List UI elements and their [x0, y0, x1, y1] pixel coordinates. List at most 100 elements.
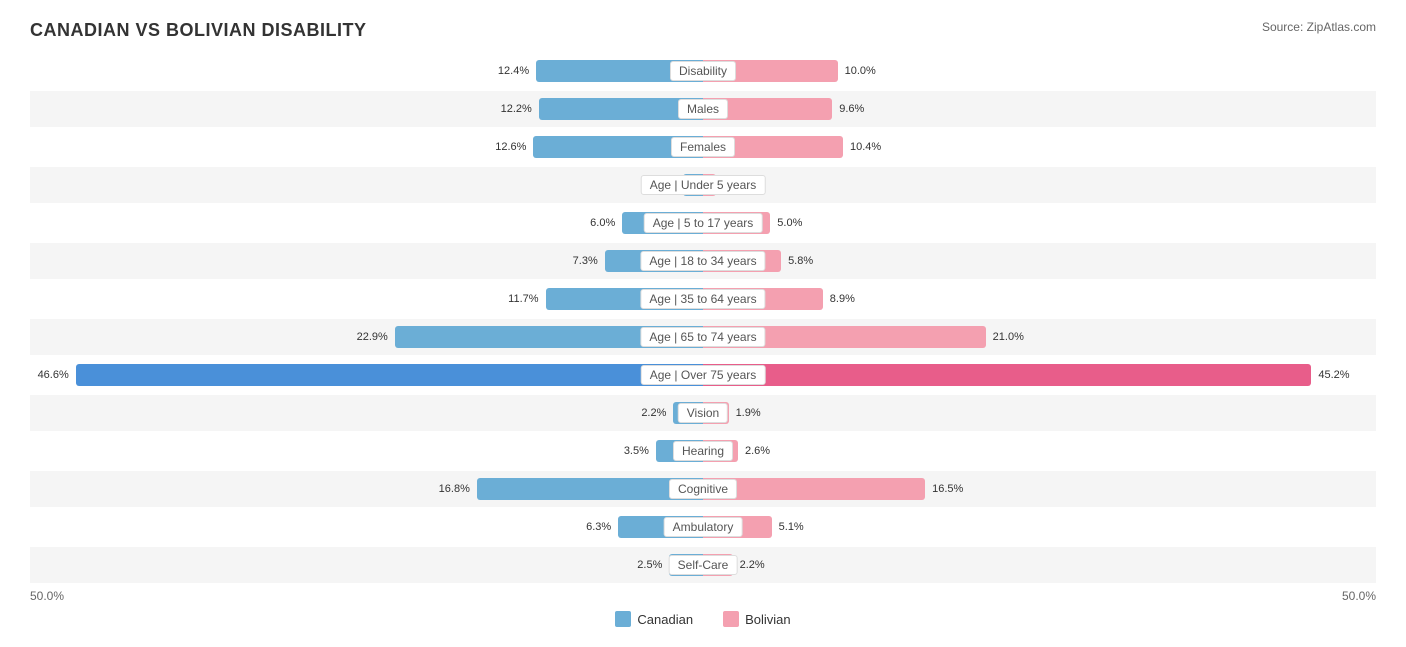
bar-row: 46.6%45.2%Age | Over 75 years [30, 357, 1376, 393]
center-label: Ambulatory [664, 517, 743, 537]
left-section: 12.2% [30, 91, 703, 127]
value-right: 5.0% [774, 217, 802, 229]
bar-container: 2.2% 1.9% Vision [30, 395, 1376, 431]
bar-container: 7.3%5.8%Age | 18 to 34 years [30, 243, 1376, 279]
bar-row: 6.0%5.0%Age | 5 to 17 years [30, 205, 1376, 241]
bar-container: 46.6%45.2%Age | Over 75 years [30, 357, 1376, 393]
value-left: 12.4% [498, 65, 532, 77]
bar-container: 12.2% 9.6% Males [30, 91, 1376, 127]
bar-container: 2.5% 2.2%Self-Care [30, 547, 1376, 583]
right-section: 8.9% [703, 281, 1376, 317]
bar-row: 16.8% 16.5%Cognitive [30, 471, 1376, 507]
left-section: 11.7% [30, 281, 703, 317]
value-left: 46.6% [38, 369, 72, 381]
bar-row: 2.2% 1.9% Vision [30, 395, 1376, 431]
axis-right: 50.0% [1342, 589, 1376, 603]
value-left: 3.5% [624, 445, 652, 457]
right-section: 16.5% [703, 471, 1376, 507]
center-label: Males [678, 99, 728, 119]
value-right: 10.4% [847, 141, 881, 153]
legend-canadian: Canadian [615, 611, 693, 627]
center-label: Age | 35 to 64 years [640, 289, 765, 309]
bar-row: 6.3% 5.1% Ambulatory [30, 509, 1376, 545]
left-section: 2.2% [30, 395, 703, 431]
center-label: Age | 65 to 74 years [640, 327, 765, 347]
left-section: 12.4% [30, 53, 703, 89]
bar-container: 11.7% 8.9%Age | 35 to 64 years [30, 281, 1376, 317]
right-section: 9.6% [703, 91, 1376, 127]
bar-container: 6.3% 5.1% Ambulatory [30, 509, 1376, 545]
value-right: 45.2% [1315, 369, 1349, 381]
value-right: 10.0% [842, 65, 876, 77]
right-section: 5.0% [703, 205, 1376, 241]
bar-row: 1.5%1.0%Age | Under 5 years [30, 167, 1376, 203]
right-section: 45.2% [703, 357, 1376, 393]
value-right: 2.2% [737, 559, 765, 571]
right-section: 10.4% [703, 129, 1376, 165]
value-right: 5.1% [776, 521, 804, 533]
bar-container: 3.5%2.6%Hearing [30, 433, 1376, 469]
axis-left: 50.0% [30, 589, 64, 603]
left-section: 1.5% [30, 167, 703, 203]
bar-container: 1.5%1.0%Age | Under 5 years [30, 167, 1376, 203]
value-left: 16.8% [439, 483, 473, 495]
value-left: 11.7% [508, 293, 541, 305]
center-label: Females [671, 137, 735, 157]
bar-row: 3.5%2.6%Hearing [30, 433, 1376, 469]
right-section: 1.9% [703, 395, 1376, 431]
value-left: 12.6% [495, 141, 529, 153]
bar-container: 6.0%5.0%Age | 5 to 17 years [30, 205, 1376, 241]
center-label: Cognitive [669, 479, 737, 499]
left-section: 46.6% [30, 357, 703, 393]
right-section: 5.8% [703, 243, 1376, 279]
axis-row: 50.0% 50.0% [30, 589, 1376, 603]
center-label: Age | 5 to 17 years [644, 213, 763, 233]
chart-title: CANADIAN VS BOLIVIAN DISABILITY [30, 20, 367, 41]
bar-row: 12.4% 10.0% Disability [30, 53, 1376, 89]
legend-canadian-color [615, 611, 631, 627]
value-left: 7.3% [573, 255, 601, 267]
value-left: 2.2% [641, 407, 669, 419]
right-section: 2.6% [703, 433, 1376, 469]
bar-container: 22.9% 21.0% Age | 65 to 74 years [30, 319, 1376, 355]
bar-container: 12.6% 10.4% Females [30, 129, 1376, 165]
left-section: 16.8% [30, 471, 703, 507]
left-section: 3.5% [30, 433, 703, 469]
value-left: 6.3% [586, 521, 614, 533]
value-right: 5.8% [785, 255, 813, 267]
legend-bolivian: Bolivian [723, 611, 791, 627]
bar-container: 16.8% 16.5%Cognitive [30, 471, 1376, 507]
bar-row: 12.6% 10.4% Females [30, 129, 1376, 165]
right-section: 1.0% [703, 167, 1376, 203]
bar-blue: 46.6% [76, 364, 703, 386]
bar-row: 12.2% 9.6% Males [30, 91, 1376, 127]
center-label: Age | Over 75 years [641, 365, 766, 385]
left-section: 12.6% [30, 129, 703, 165]
center-label: Self-Care [669, 555, 738, 575]
left-section: 6.3% [30, 509, 703, 545]
value-right: 1.9% [733, 407, 761, 419]
bar-pink: 45.2% [703, 364, 1311, 386]
right-section: 5.1% [703, 509, 1376, 545]
left-section: 2.5% [30, 547, 703, 583]
bar-row: 11.7% 8.9%Age | 35 to 64 years [30, 281, 1376, 317]
chart-area: 12.4%10.0%Disability12.2%9.6%Males12.6%1… [30, 53, 1376, 583]
right-section: 21.0% [703, 319, 1376, 355]
right-section: 10.0% [703, 53, 1376, 89]
source-label: Source: ZipAtlas.com [1262, 20, 1376, 34]
value-right: 21.0% [990, 331, 1024, 343]
left-section: 7.3% [30, 243, 703, 279]
right-section: 2.2% [703, 547, 1376, 583]
center-label: Age | Under 5 years [641, 175, 766, 195]
bar-row: 7.3%5.8%Age | 18 to 34 years [30, 243, 1376, 279]
value-right: 9.6% [836, 103, 864, 115]
value-left: 22.9% [357, 331, 391, 343]
center-label: Vision [678, 403, 728, 423]
value-left: 12.2% [501, 103, 535, 115]
value-right: 2.6% [742, 445, 770, 457]
center-label: Disability [670, 61, 736, 81]
bar-container: 12.4% 10.0% Disability [30, 53, 1376, 89]
legend-bolivian-label: Bolivian [745, 612, 791, 627]
legend-bolivian-color [723, 611, 739, 627]
legend-canadian-label: Canadian [637, 612, 693, 627]
